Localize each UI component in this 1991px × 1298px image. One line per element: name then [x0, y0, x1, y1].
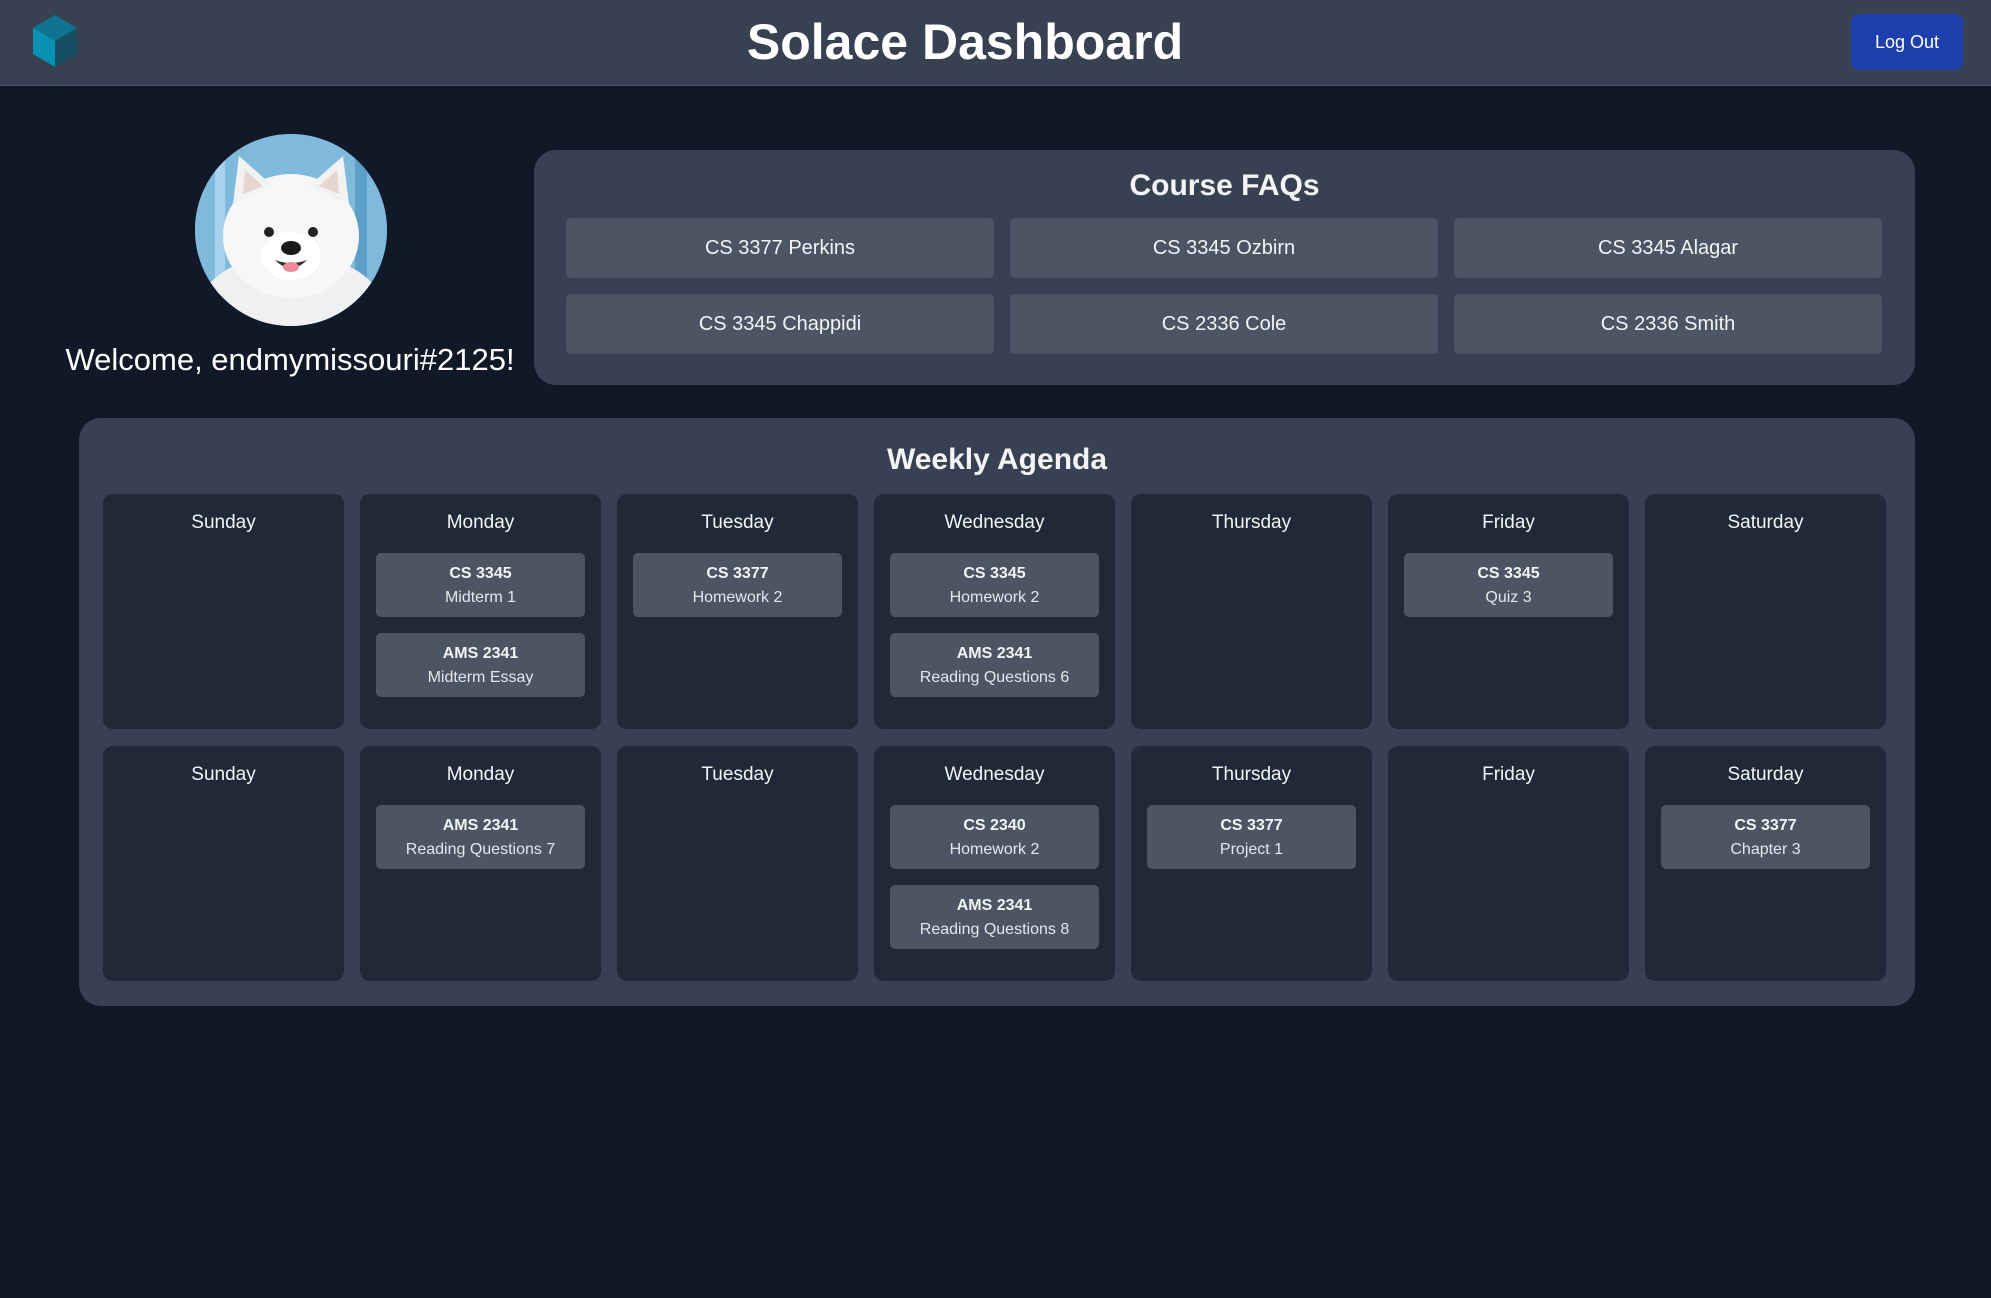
day-card-friday: Friday	[1388, 746, 1629, 981]
course-faqs-panel: Course FAQs CS 3377 Perkins CS 3345 Ozbi…	[534, 150, 1915, 385]
welcome-message: Welcome, endmymissouri#2125!	[65, 342, 515, 377]
faq-button[interactable]: CS 3345 Alagar	[1454, 218, 1882, 278]
agenda-item-course: CS 3377	[706, 565, 769, 582]
day-name: Saturday	[1727, 512, 1804, 533]
weekly-agenda-title: Weekly Agenda	[886, 443, 1108, 476]
agenda-item-name: Homework 2	[949, 841, 1040, 858]
agenda-item[interactable]: AMS 2341 Midterm Essay	[376, 633, 585, 697]
agenda-item-name: Midterm Essay	[427, 669, 534, 686]
faq-button[interactable]: CS 2336 Smith	[1454, 294, 1882, 354]
day-card-saturday: Saturday	[1645, 494, 1886, 729]
day-card-sunday: Sunday	[103, 746, 344, 981]
agenda-item-course: AMS 2341	[442, 645, 519, 662]
day-card-monday: Monday CS 3345 Midterm 1 AMS 2341 Midter…	[360, 494, 601, 729]
faq-button[interactable]: CS 2336 Cole	[1010, 294, 1438, 354]
faq-button[interactable]: CS 3345 Chappidi	[566, 294, 994, 354]
agenda-item-course: AMS 2341	[956, 645, 1033, 662]
day-name: Sunday	[191, 512, 256, 533]
agenda-item-name: Reading Questions 8	[919, 921, 1070, 938]
day-card-wednesday: Wednesday CS 2340 Homework 2 AMS 2341 Re…	[874, 746, 1115, 981]
agenda-item[interactable]: CS 3377 Project 1	[1147, 805, 1356, 869]
day-name: Friday	[1482, 764, 1535, 785]
agenda-item-name: Homework 2	[692, 589, 783, 606]
day-card-wednesday: Wednesday CS 3345 Homework 2 AMS 2341 Re…	[874, 494, 1115, 729]
agenda-item-course: CS 3377	[1734, 817, 1797, 834]
day-name: Tuesday	[701, 764, 774, 785]
agenda-item[interactable]: AMS 2341 Reading Questions 8	[890, 885, 1099, 949]
agenda-item-name: Reading Questions 7	[405, 841, 556, 858]
day-card-thursday: Thursday	[1131, 494, 1372, 729]
faq-button[interactable]: CS 3345 Ozbirn	[1010, 218, 1438, 278]
agenda-item[interactable]: CS 3377 Chapter 3	[1661, 805, 1870, 869]
faq-button[interactable]: CS 3377 Perkins	[566, 218, 994, 278]
day-card-sunday: Sunday	[103, 494, 344, 729]
agenda-item[interactable]: CS 3345 Quiz 3	[1404, 553, 1613, 617]
agenda-item[interactable]: AMS 2341 Reading Questions 6	[890, 633, 1099, 697]
agenda-item-course: CS 3377	[1220, 817, 1283, 834]
app-title: Solace Dashboard	[746, 14, 1184, 70]
day-card-thursday: Thursday CS 3377 Project 1	[1131, 746, 1372, 981]
course-faqs-grid: CS 3377 Perkins CS 3345 Ozbirn CS 3345 A…	[566, 218, 1883, 354]
agenda-item-name: Homework 2	[949, 589, 1040, 606]
day-name: Thursday	[1211, 512, 1292, 533]
day-name: Monday	[446, 764, 515, 785]
day-card-friday: Friday CS 3345 Quiz 3	[1388, 494, 1629, 729]
course-faqs-title: Course FAQs	[1129, 169, 1320, 202]
weekly-agenda-panel: Weekly Agenda Sunday Monday CS 3345 Midt…	[79, 418, 1915, 1006]
agenda-item-course: AMS 2341	[442, 817, 519, 834]
samoyed-avatar	[195, 134, 387, 326]
agenda-item[interactable]: CS 3345 Midterm 1	[376, 553, 585, 617]
log-out-button[interactable]: Log Out	[1851, 14, 1963, 70]
agenda-week-2: Sunday Monday AMS 2341 Reading Questions…	[103, 746, 1891, 981]
profile-avatar	[195, 134, 387, 326]
day-card-tuesday: Tuesday CS 3377 Homework 2	[617, 494, 858, 729]
day-card-monday: Monday AMS 2341 Reading Questions 7	[360, 746, 601, 981]
day-name: Saturday	[1727, 764, 1804, 785]
day-name: Monday	[446, 512, 515, 533]
day-name: Sunday	[191, 764, 256, 785]
day-name: Wednesday	[944, 512, 1045, 533]
agenda-week-1: Sunday Monday CS 3345 Midterm 1 AMS 2341…	[103, 494, 1891, 729]
agenda-item-course: CS 3345	[1477, 565, 1540, 582]
agenda-item-name: Midterm 1	[444, 589, 517, 606]
day-name: Thursday	[1211, 764, 1292, 785]
agenda-item[interactable]: AMS 2341 Reading Questions 7	[376, 805, 585, 869]
agenda-item-course: CS 3345	[449, 565, 512, 582]
day-name: Friday	[1482, 512, 1535, 533]
agenda-item-name: Quiz 3	[1485, 589, 1532, 606]
agenda-item-name: Reading Questions 6	[919, 669, 1070, 686]
agenda-item[interactable]: CS 3345 Homework 2	[890, 553, 1099, 617]
agenda-item-course: AMS 2341	[956, 897, 1033, 914]
agenda-item-name: Chapter 3	[1730, 841, 1801, 858]
agenda-item-course: CS 3345	[963, 565, 1026, 582]
day-name: Tuesday	[701, 512, 774, 533]
agenda-item-course: CS 2340	[963, 817, 1026, 834]
day-card-tuesday: Tuesday	[617, 746, 858, 981]
agenda-item-name: Project 1	[1219, 841, 1284, 858]
agenda-item[interactable]: CS 2340 Homework 2	[890, 805, 1099, 869]
day-name: Wednesday	[944, 764, 1045, 785]
day-card-saturday: Saturday CS 3377 Chapter 3	[1645, 746, 1886, 981]
agenda-item[interactable]: CS 3377 Homework 2	[633, 553, 842, 617]
top-header: Solace Dashboard Log Out	[0, 0, 1991, 86]
